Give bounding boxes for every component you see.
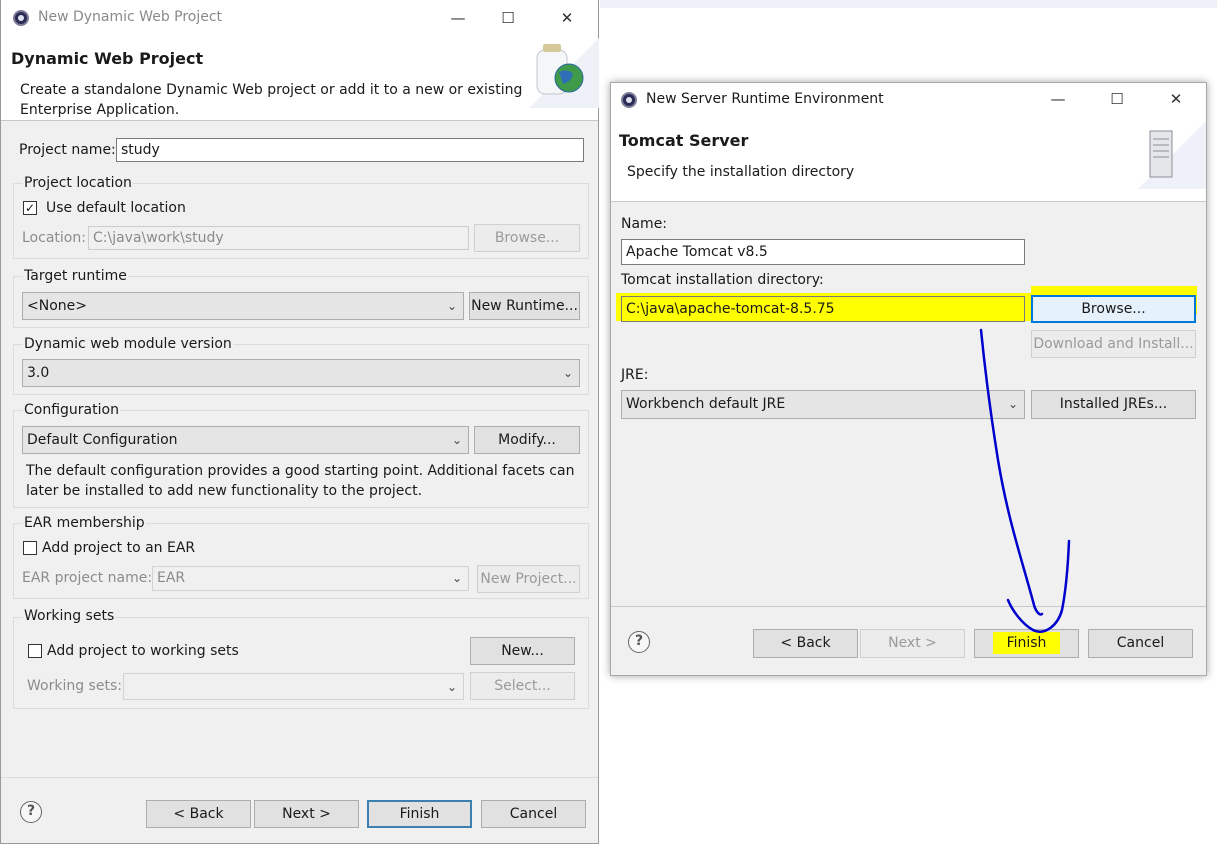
title-bar: New Server Runtime Environment — ☐ ✕ — [611, 83, 1206, 117]
new-server-runtime-dialog: New Server Runtime Environment — ☐ ✕ Tom… — [610, 82, 1207, 676]
chevron-down-icon: ⌄ — [451, 433, 462, 447]
page-description: Specify the installation directory — [627, 164, 855, 180]
use-default-location-label: Use default location — [46, 200, 186, 216]
next-button[interactable]: Next > — [860, 629, 965, 658]
minimize-icon[interactable]: — — [448, 8, 468, 28]
help-icon[interactable]: ? — [20, 801, 42, 823]
close-icon[interactable]: ✕ — [1166, 89, 1186, 109]
use-default-location-checkbox[interactable]: ✓ — [23, 201, 37, 215]
download-install-button[interactable]: Download and Install... — [1031, 330, 1196, 358]
finish-label: Finish — [992, 632, 1061, 654]
banner-separator — [1, 120, 598, 121]
next-button[interactable]: Next > — [254, 800, 359, 828]
ear-membership-label: EAR membership — [23, 515, 146, 531]
working-sets-select[interactable]: ⌄ — [123, 673, 464, 700]
configuration-select[interactable]: Default Configuration ⌄ — [22, 426, 469, 454]
ear-project-name-select[interactable]: EAR ⌄ — [152, 566, 469, 591]
module-version-select[interactable]: 3.0 ⌄ — [22, 359, 580, 387]
ear-project-name-label: EAR project name: — [22, 570, 153, 586]
page-title: Tomcat Server — [619, 131, 749, 150]
chevron-down-icon: ⌄ — [1007, 397, 1018, 411]
project-name-label: Project name: — [19, 142, 116, 158]
background-strip — [600, 0, 1217, 8]
minimize-icon[interactable]: — — [1048, 89, 1068, 109]
new-dynamic-web-project-dialog: New Dynamic Web Project — ☐ ✕ Dynamic We… — [0, 0, 599, 844]
help-icon[interactable]: ? — [628, 631, 650, 653]
add-to-ear-label: Add project to an EAR — [42, 540, 196, 556]
installed-jres-button[interactable]: Installed JREs... — [1031, 390, 1196, 419]
server-tower-icon — [1138, 121, 1206, 189]
banner-separator — [611, 201, 1206, 202]
name-input[interactable]: Apache Tomcat v8.5 — [621, 239, 1025, 265]
ear-project-name-value: EAR — [157, 570, 186, 586]
target-runtime-value: <None> — [27, 298, 87, 314]
install-dir-label: Tomcat installation directory: — [621, 272, 824, 288]
module-version-label: Dynamic web module version — [23, 336, 233, 352]
page-title: Dynamic Web Project — [11, 49, 204, 68]
finish-button[interactable]: Finish — [974, 629, 1079, 658]
eclipse-icon — [13, 10, 29, 26]
window-title: New Dynamic Web Project — [38, 9, 223, 25]
back-button[interactable]: < Back — [146, 800, 251, 828]
add-to-working-sets-label: Add project to working sets — [47, 643, 239, 659]
location-input[interactable]: C:\java\work\study — [88, 226, 469, 250]
window-title: New Server Runtime Environment — [646, 91, 884, 107]
add-to-ear-checkbox[interactable] — [23, 541, 37, 555]
eclipse-icon — [621, 92, 637, 108]
location-browse-button[interactable]: Browse... — [474, 224, 580, 252]
project-name-input[interactable]: study — [116, 138, 584, 162]
cancel-button[interactable]: Cancel — [1088, 629, 1193, 658]
configuration-value: Default Configuration — [27, 432, 178, 448]
configuration-info: The default configuration provides a goo… — [26, 463, 575, 499]
title-bar: New Dynamic Web Project — ☐ ✕ — [1, 0, 598, 38]
new-runtime-button[interactable]: New Runtime... — [469, 292, 580, 320]
target-runtime-select[interactable]: <None> ⌄ — [22, 292, 464, 320]
install-dir-input[interactable]: C:\java\apache-tomcat-8.5.75 — [621, 296, 1025, 322]
target-runtime-label: Target runtime — [23, 268, 128, 284]
browse-button[interactable]: Browse... — [1031, 295, 1196, 323]
footer-separator — [1, 777, 598, 778]
jre-select[interactable]: Workbench default JRE ⌄ — [621, 390, 1025, 419]
modify-button[interactable]: Modify... — [474, 426, 580, 454]
web-project-globe-icon — [529, 38, 599, 108]
add-to-working-sets-checkbox[interactable] — [28, 644, 42, 658]
wizard-banner: Dynamic Web Project Create a standalone … — [1, 38, 599, 120]
finish-button[interactable]: Finish — [367, 800, 472, 828]
new-working-set-button[interactable]: New... — [470, 637, 575, 665]
chevron-down-icon: ⌄ — [446, 680, 457, 694]
wizard-banner: Tomcat Server Specify the installation d… — [611, 117, 1206, 201]
configuration-label: Configuration — [23, 402, 120, 418]
select-working-sets-button[interactable]: Select... — [470, 672, 575, 700]
working-sets-field-label: Working sets: — [27, 678, 122, 694]
project-location-label: Project location — [23, 175, 133, 191]
working-sets-label: Working sets — [23, 608, 116, 624]
jre-value: Workbench default JRE — [626, 396, 786, 412]
chevron-down-icon: ⌄ — [446, 299, 457, 313]
chevron-down-icon: ⌄ — [562, 366, 573, 380]
footer-separator — [611, 606, 1206, 607]
chevron-down-icon: ⌄ — [451, 571, 462, 585]
back-button[interactable]: < Back — [753, 629, 858, 658]
location-label: Location: — [22, 230, 86, 246]
module-version-value: 3.0 — [27, 365, 50, 381]
new-ear-project-button[interactable]: New Project... — [477, 565, 580, 593]
name-label: Name: — [621, 216, 668, 232]
jre-label: JRE: — [621, 367, 649, 383]
maximize-icon[interactable]: ☐ — [498, 8, 518, 28]
cancel-button[interactable]: Cancel — [481, 800, 586, 828]
close-icon[interactable]: ✕ — [557, 8, 577, 28]
maximize-icon[interactable]: ☐ — [1107, 89, 1127, 109]
page-description: Create a standalone Dynamic Web project … — [20, 82, 523, 118]
